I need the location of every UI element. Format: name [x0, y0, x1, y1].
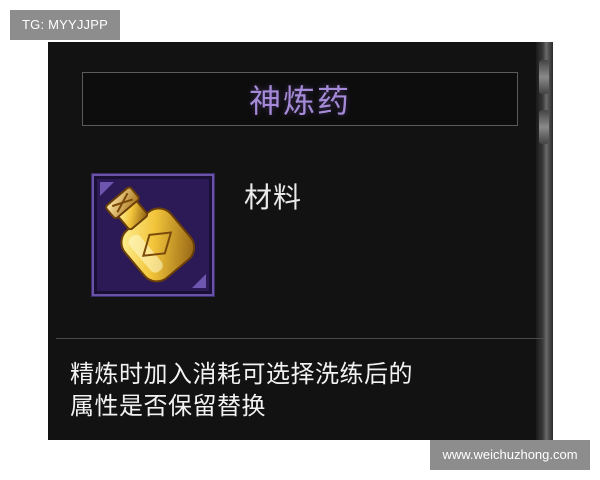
frame-ornament	[539, 60, 549, 94]
item-icon-slot[interactable]	[92, 174, 214, 296]
description-line: 属性是否保留替换	[70, 392, 266, 420]
watermark-top-left: TG: MYYJJPP	[10, 10, 120, 40]
item-description: 精炼时加入消耗可选择洗练后的 属性是否保留替换	[70, 358, 540, 422]
item-type-label: 材料	[244, 181, 303, 214]
item-title: 神炼药	[248, 82, 351, 120]
tooltip-divider	[56, 338, 544, 339]
elixir-bottle-icon	[100, 182, 206, 288]
screenshot-canvas: TG: MYYJJPP 神炼药 材料 精炼时加入消耗可选择洗练后的 属性是否保留…	[0, 0, 600, 480]
frame-ornament	[539, 110, 549, 144]
description-line: 精炼时加入消耗可选择洗练后的	[70, 360, 413, 388]
item-title-bar: 神炼药	[82, 72, 518, 126]
watermark-bottom-right: www.weichuzhong.com	[430, 440, 590, 470]
